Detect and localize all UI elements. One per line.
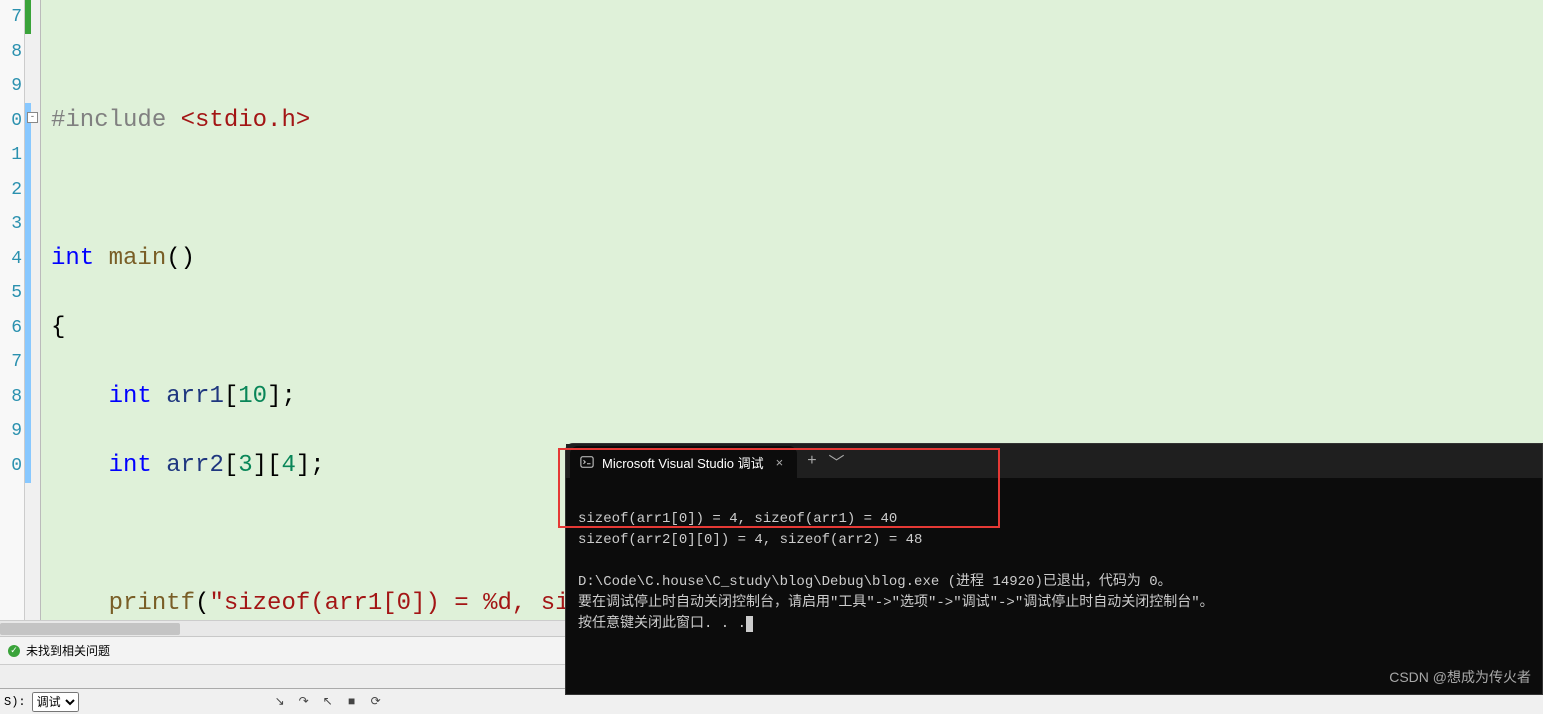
func-printf: printf: [109, 590, 195, 617]
terminal-output[interactable]: sizeof(arr1[0]) = 4, sizeof(arr1) = 40 s…: [566, 478, 1542, 666]
terminal-titlebar[interactable]: Microsoft Visual Studio 调试 × + ﹀: [566, 444, 1542, 478]
keyword-int: int: [109, 452, 152, 479]
output-line: 按任意键关闭此窗口. . .: [578, 616, 746, 632]
preprocessor: #include: [51, 107, 181, 134]
output-line: 要在调试停止时自动关闭控制台，请启用"工具"->"选项"->"调试"->"调试停…: [578, 595, 1214, 611]
close-tab-icon[interactable]: ×: [772, 455, 788, 470]
line-num: 8: [0, 35, 22, 70]
new-tab-icon[interactable]: +: [807, 452, 816, 470]
debug-label: S):: [4, 695, 26, 709]
output-line: D:\Code\C.house\C_study\blog\Debug\blog.…: [578, 574, 1172, 590]
line-num: 6: [0, 311, 22, 346]
output-line: sizeof(arr2[0][0]) = 4, sizeof(arr2) = 4…: [578, 532, 922, 548]
fold-toggle-icon[interactable]: -: [27, 112, 38, 123]
line-num: 7: [0, 345, 22, 380]
status-ok-icon: ✓: [8, 645, 20, 657]
step-into-icon[interactable]: ↘: [271, 693, 289, 711]
step-out-icon[interactable]: ↖: [319, 693, 337, 711]
change-marker: [25, 103, 31, 483]
change-marker: [25, 0, 31, 34]
stop-icon[interactable]: ■: [343, 693, 361, 711]
line-num: 8: [0, 380, 22, 415]
restart-icon[interactable]: ⟳: [367, 693, 385, 711]
watermark: CSDN @想成为传火者: [1389, 667, 1531, 687]
line-num: 9: [0, 69, 22, 104]
include-header: <stdio.h>: [181, 107, 311, 134]
terminal-cursor: [746, 616, 753, 632]
line-num: 1: [0, 138, 22, 173]
var-arr2: arr2: [166, 452, 224, 479]
line-num: 4: [0, 242, 22, 277]
terminal-tab[interactable]: Microsoft Visual Studio 调试 ×: [570, 446, 797, 478]
keyword-int: int: [51, 245, 94, 272]
line-num: 7: [0, 0, 22, 35]
line-num: 5: [0, 276, 22, 311]
line-num: 3: [0, 207, 22, 242]
terminal-icon: [580, 455, 594, 469]
debug-console-window: Microsoft Visual Studio 调试 × + ﹀ sizeof(…: [565, 443, 1543, 695]
line-num: 0: [0, 104, 22, 139]
func-main: main: [109, 245, 167, 272]
fold-column: -: [25, 0, 41, 620]
terminal-tab-title: Microsoft Visual Studio 调试: [602, 453, 764, 472]
var-arr1: arr1: [166, 383, 224, 410]
step-over-icon[interactable]: ↷: [295, 693, 313, 711]
keyword-int: int: [109, 383, 152, 410]
output-line: sizeof(arr1[0]) = 4, sizeof(arr1) = 40: [578, 511, 897, 527]
no-issues-label: 未找到相关问题: [26, 642, 110, 659]
tab-dropdown-icon[interactable]: ﹀: [829, 449, 845, 473]
line-num: 9: [0, 414, 22, 449]
scrollbar-thumb[interactable]: [0, 623, 180, 635]
line-num: 0: [0, 449, 22, 484]
line-number-gutter: 7 8 9 0 1 2 3 4 5 6 7 8 9 0: [0, 0, 25, 620]
line-num: 2: [0, 173, 22, 208]
